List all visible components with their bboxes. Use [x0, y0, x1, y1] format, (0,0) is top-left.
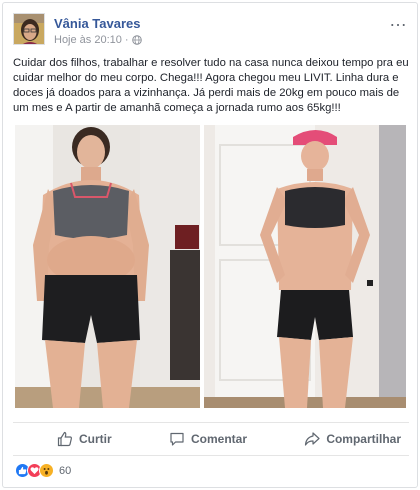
more-options-icon[interactable]: … [389, 11, 407, 29]
share-icon [305, 432, 320, 446]
post-photo[interactable] [15, 125, 406, 408]
action-bar: Curtir Comentar Compartilhar [13, 422, 409, 456]
share-label: Compartilhar [326, 432, 401, 446]
post-time[interactable]: Hoje às 20:10 [54, 34, 122, 46]
reaction-count: 60 [59, 464, 72, 477]
comment-icon [170, 432, 184, 446]
profile-photo [14, 14, 44, 44]
globe-icon[interactable] [131, 35, 142, 45]
share-button[interactable]: Compartilhar [304, 431, 401, 447]
comment-label: Comentar [190, 432, 247, 446]
reactions-summary[interactable]: 60 [15, 463, 71, 478]
avatar[interactable] [13, 13, 45, 45]
wow-icon [39, 463, 54, 478]
author-name[interactable]: Vânia Tavares [54, 16, 140, 31]
post-header: Vânia Tavares Hoje às 20:10 · … [13, 11, 407, 53]
post-text: Cuidar dos filhos, trabalhar e resolver … [13, 57, 409, 114]
like-button[interactable]: Curtir [57, 431, 112, 447]
like-label: Curtir [79, 432, 112, 446]
post-card: Vânia Tavares Hoje às 20:10 · … Cuidar d… [2, 2, 418, 488]
comment-button[interactable]: Comentar [169, 431, 247, 447]
post-meta: Hoje às 20:10 · [54, 34, 142, 46]
meta-separator: · [124, 34, 129, 46]
before-after-image [15, 125, 406, 408]
thumbs-up-icon [57, 431, 72, 447]
